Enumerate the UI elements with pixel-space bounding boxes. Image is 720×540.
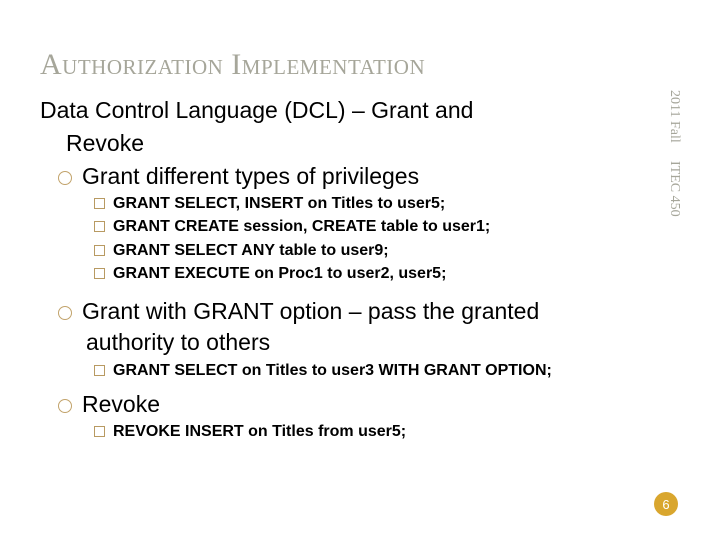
sub-item: REVOKE INSERT on Titles from user5;: [94, 420, 645, 443]
bullet-grant-privileges: Grant different types of privileges: [58, 162, 645, 191]
sub-item: GRANT SELECT on Titles to user3 WITH GRA…: [94, 359, 645, 382]
square-bullet-icon: [94, 365, 105, 376]
square-bullet-icon: [94, 245, 105, 256]
sub-item-text: GRANT EXECUTE on Proc1 to user2, user5;: [113, 265, 446, 282]
bullet-grant-option: Grant with GRANT option – pass the grant…: [58, 297, 645, 326]
side-label-course: ITEC 450: [666, 161, 682, 217]
circle-bullet-icon: [58, 399, 72, 413]
slide: Authorization Implementation 2011 Fall I…: [0, 0, 720, 540]
sub-item: GRANT CREATE session, CREATE table to us…: [94, 215, 645, 238]
square-bullet-icon: [94, 426, 105, 437]
slide-body: Data Control Language (DCL) – Grant and …: [40, 96, 645, 444]
bullet-text: Revoke: [82, 391, 160, 417]
square-bullet-icon: [94, 221, 105, 232]
bullet-text: Grant with GRANT option – pass the grant…: [82, 298, 539, 324]
side-label-term: 2011 Fall: [666, 90, 682, 143]
sub-item: GRANT SELECT ANY table to user9;: [94, 239, 645, 262]
bullet-revoke: Revoke: [58, 390, 645, 419]
sub-item-text: REVOKE INSERT on Titles from user5;: [113, 423, 406, 440]
sub-item-text: GRANT SELECT ANY table to user9;: [113, 242, 389, 259]
sub-item-text: GRANT SELECT on Titles to user3 WITH GRA…: [113, 362, 552, 379]
bullet-text: Grant different types of privileges: [82, 163, 419, 189]
page-number: 6: [662, 497, 669, 512]
square-bullet-icon: [94, 198, 105, 209]
sub-item-text: GRANT SELECT, INSERT on Titles to user5;: [113, 195, 445, 212]
page-number-badge: 6: [654, 492, 678, 516]
circle-bullet-icon: [58, 306, 72, 320]
sub-item-text: GRANT CREATE session, CREATE table to us…: [113, 218, 490, 235]
square-bullet-icon: [94, 268, 105, 279]
bullet-grant-option-cont: authority to others: [86, 328, 645, 357]
paragraph-line: Revoke: [66, 129, 645, 158]
sub-item: GRANT EXECUTE on Proc1 to user2, user5;: [94, 262, 645, 285]
slide-title: Authorization Implementation: [40, 48, 660, 82]
bullet-text: authority to others: [86, 329, 270, 355]
circle-bullet-icon: [58, 171, 72, 185]
paragraph-line: Data Control Language (DCL) – Grant and: [40, 96, 645, 125]
side-labels: 2011 Fall ITEC 450: [666, 90, 690, 450]
sub-item: GRANT SELECT, INSERT on Titles to user5;: [94, 192, 645, 215]
